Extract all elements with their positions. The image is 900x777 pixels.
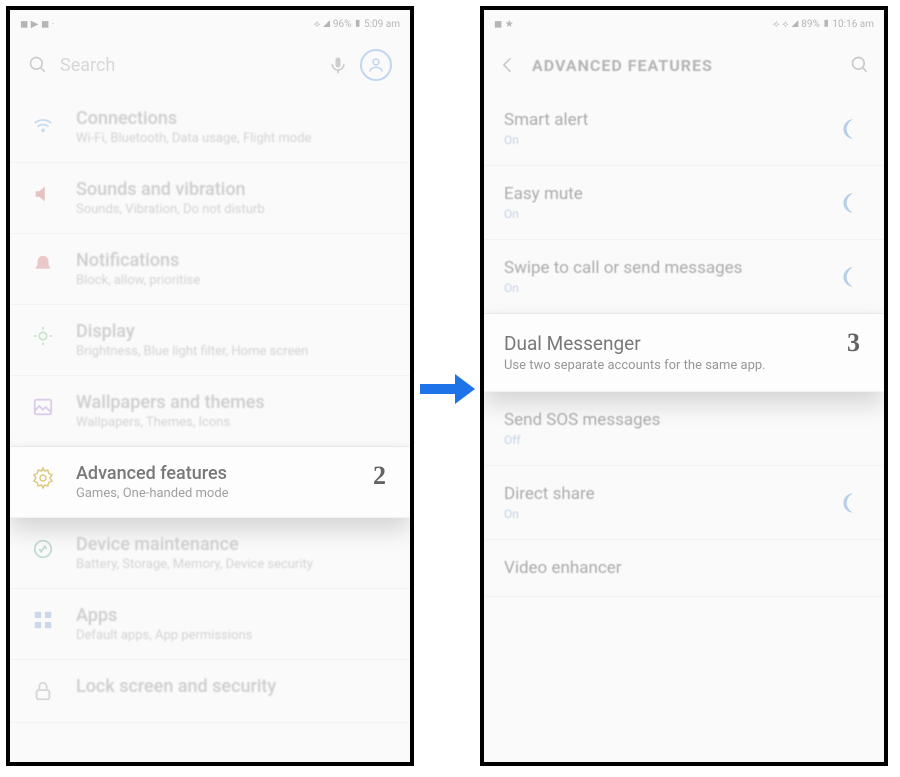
item-title: Video enhancer	[504, 558, 864, 578]
item-sub: Sounds, Vibration, Do not disturb	[76, 202, 392, 217]
status-icons-left: ◼ ▶ ◼ ·	[20, 19, 54, 30]
item-sos[interactable]: Send SOS messages Off	[484, 392, 884, 466]
toggle-on-icon[interactable]	[838, 190, 864, 216]
item-easy-mute[interactable]: Easy mute On	[484, 166, 884, 240]
lock-icon	[28, 676, 58, 706]
item-sub: On	[504, 507, 838, 521]
item-sub: Games, One-handed mode	[76, 486, 392, 501]
toggle-on-icon[interactable]	[838, 264, 864, 290]
item-title: Dual Messenger	[504, 332, 864, 355]
status-bar: ◼ ★ ⟡ ⟡ ◢ 89% ▮ 10:16 am	[484, 10, 884, 38]
page-title: ADVANCED FEATURES	[532, 56, 836, 75]
item-sub: Battery, Storage, Memory, Device securit…	[76, 557, 392, 572]
item-connections[interactable]: Connections Wi-Fi, Bluetooth, Data usage…	[10, 92, 410, 163]
picture-icon	[28, 392, 58, 422]
search-icon[interactable]	[850, 55, 870, 75]
item-title: Easy mute	[504, 184, 838, 204]
features-list: Smart alert On Easy mute On Swipe to cal…	[484, 92, 884, 597]
item-dual-messenger[interactable]: Dual Messenger Use two separate accounts…	[484, 314, 884, 392]
item-direct-share[interactable]: Direct share On	[484, 466, 884, 540]
header: ADVANCED FEATURES	[484, 38, 884, 92]
volume-icon	[28, 179, 58, 209]
sun-icon	[28, 321, 58, 351]
item-sub: Use two separate accounts for the same a…	[504, 358, 864, 373]
item-title: Smart alert	[504, 110, 838, 130]
item-sub: Off	[504, 433, 864, 447]
item-title: Apps	[76, 605, 392, 626]
step-number: 3	[847, 328, 860, 358]
item-swipe-call[interactable]: Swipe to call or send messages On	[484, 240, 884, 314]
status-icons-left: ◼ ★	[494, 19, 514, 30]
item-title: Lock screen and security	[76, 676, 392, 697]
item-sub: Default apps, App permissions	[76, 628, 392, 643]
item-video-enhancer[interactable]: Video enhancer	[484, 540, 884, 597]
status-icons-right: ⟡ ◢ 96% ▮ 5:09 am	[314, 19, 400, 30]
search-icon	[28, 55, 48, 75]
item-title: Sounds and vibration	[76, 179, 392, 200]
gear-icon	[28, 463, 58, 493]
settings-screen: ◼ ▶ ◼ · ⟡ ◢ 96% ▮ 5:09 am Search Connect…	[6, 6, 414, 766]
item-sub: Wallpapers, Themes, Icons	[76, 415, 392, 430]
item-title: Swipe to call or send messages	[504, 258, 838, 278]
search-input[interactable]: Search	[60, 55, 316, 76]
status-bar: ◼ ▶ ◼ · ⟡ ◢ 96% ▮ 5:09 am	[10, 10, 410, 38]
settings-list: Connections Wi-Fi, Bluetooth, Data usage…	[10, 92, 410, 723]
item-sub: Block, allow, prioritise	[76, 273, 392, 288]
item-title: Wallpapers and themes	[76, 392, 392, 413]
avatar-icon[interactable]	[360, 49, 392, 81]
item-title: Notifications	[76, 250, 392, 271]
item-title: Advanced features	[76, 463, 392, 484]
item-maintenance[interactable]: Device maintenance Battery, Storage, Mem…	[10, 518, 410, 589]
item-notifications[interactable]: Notifications Block, allow, prioritise	[10, 234, 410, 305]
item-sub: On	[504, 281, 838, 295]
item-sub: On	[504, 133, 838, 147]
item-title: Connections	[76, 108, 392, 129]
back-icon[interactable]	[498, 55, 518, 75]
item-display[interactable]: Display Brightness, Blue light filter, H…	[10, 305, 410, 376]
item-title: Device maintenance	[76, 534, 392, 555]
arrow-icon	[420, 374, 475, 404]
step-number: 2	[373, 461, 386, 491]
advanced-features-screen: ◼ ★ ⟡ ⟡ ◢ 89% ▮ 10:16 am ADVANCED FEATUR…	[480, 6, 888, 766]
status-icons-right: ⟡ ⟡ ◢ 89% ▮ 10:16 am	[773, 19, 874, 30]
toggle-on-icon[interactable]	[838, 490, 864, 516]
item-title: Send SOS messages	[504, 410, 864, 430]
mic-icon[interactable]	[328, 55, 348, 75]
item-advanced-features[interactable]: Advanced features Games, One-handed mode…	[10, 447, 410, 518]
toggle-on-icon[interactable]	[838, 116, 864, 142]
signal-icon	[28, 108, 58, 138]
item-title: Display	[76, 321, 392, 342]
item-apps[interactable]: Apps Default apps, App permissions	[10, 589, 410, 660]
health-icon	[28, 534, 58, 564]
grid-icon	[28, 605, 58, 635]
item-title: Direct share	[504, 484, 838, 504]
item-sub: Wi-Fi, Bluetooth, Data usage, Flight mod…	[76, 131, 392, 146]
bell-icon	[28, 250, 58, 280]
item-lockscreen[interactable]: Lock screen and security	[10, 660, 410, 723]
item-smart-alert[interactable]: Smart alert On	[484, 92, 884, 166]
item-sub: Brightness, Blue light filter, Home scre…	[76, 344, 392, 359]
item-sub: On	[504, 207, 838, 221]
search-row[interactable]: Search	[10, 38, 410, 92]
item-wallpapers[interactable]: Wallpapers and themes Wallpapers, Themes…	[10, 376, 410, 447]
item-sounds[interactable]: Sounds and vibration Sounds, Vibration, …	[10, 163, 410, 234]
